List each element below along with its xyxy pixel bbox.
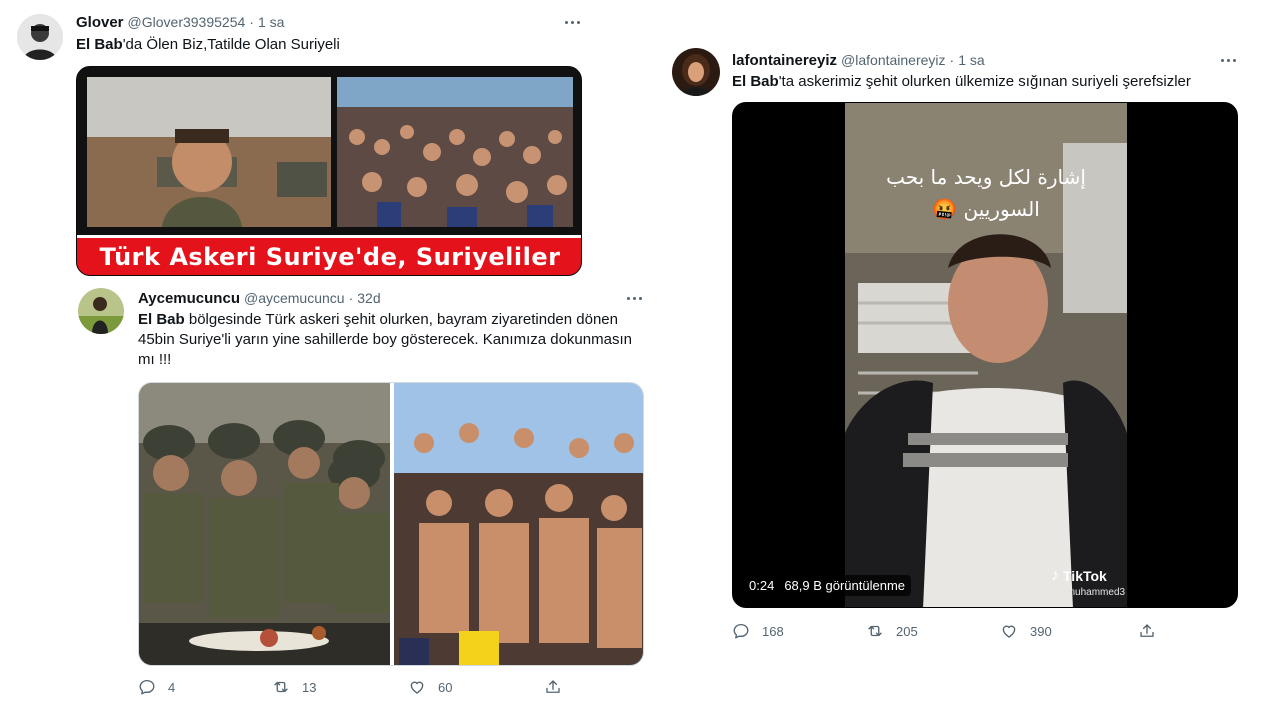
tweet-actions: 168 205 390 bbox=[732, 622, 1238, 640]
like-button[interactable]: 390 bbox=[1000, 622, 1138, 640]
reply-icon bbox=[733, 623, 749, 639]
reply-count: 4 bbox=[168, 679, 176, 695]
like-icon bbox=[1002, 625, 1016, 638]
more-icon[interactable] bbox=[624, 288, 644, 308]
video-duration: 0:24 bbox=[749, 578, 775, 593]
collage-image bbox=[139, 383, 643, 665]
video-meta-overlay: 0:24 68,9 B görüntülenme bbox=[743, 575, 912, 596]
separator-dot: · bbox=[949, 52, 955, 68]
video-caption: إشارة لكل ويحد ما بحب السوريين 🤬 bbox=[886, 165, 1086, 221]
more-icon[interactable] bbox=[1218, 50, 1238, 70]
more-icon[interactable] bbox=[562, 12, 582, 32]
separator-dot: · bbox=[348, 290, 354, 306]
tiktok-watermark: ♪ TikTok @1muhammed3 bbox=[1051, 567, 1125, 598]
avatar-image bbox=[672, 48, 720, 96]
reply-button[interactable]: 4 bbox=[138, 678, 272, 696]
retweet-button[interactable]: 205 bbox=[866, 622, 1000, 640]
author-name[interactable]: Glover bbox=[76, 14, 124, 31]
like-button[interactable]: 60 bbox=[408, 678, 544, 696]
hashtag-el-bab[interactable]: El Bab bbox=[76, 36, 123, 53]
video-views: 68,9 B görüntülenme bbox=[784, 578, 906, 593]
tweet-video[interactable]: إشارة لكل ويحد ما بحب السوريين 🤬 ♪ TikTo… bbox=[732, 102, 1238, 608]
author-handle[interactable]: @Glover39395254 bbox=[128, 14, 246, 30]
tweet-image[interactable]: Türk Askeri Suriye'de, Suriyeliler Tatil… bbox=[76, 66, 582, 276]
retweet-icon bbox=[274, 681, 288, 693]
author-name[interactable]: Aycemucuncu bbox=[138, 290, 240, 307]
avatar[interactable] bbox=[17, 14, 63, 60]
like-icon bbox=[410, 681, 424, 694]
tiktok-username: @1muhammed3 bbox=[1051, 587, 1126, 598]
tiktok-label: TikTok bbox=[1063, 568, 1107, 584]
avatar[interactable] bbox=[672, 48, 720, 96]
share-icon bbox=[546, 680, 560, 693]
tweet-text-rest: 'da Ölen Biz,Tatilde Olan Suriyeli bbox=[122, 36, 340, 53]
like-count: 60 bbox=[438, 679, 453, 695]
timestamp[interactable]: 32d bbox=[357, 290, 380, 306]
tiktok-icon: ♪ bbox=[1051, 567, 1059, 584]
timestamp[interactable]: 1 sa bbox=[958, 52, 984, 68]
share-button[interactable] bbox=[1138, 622, 1156, 640]
share-icon bbox=[1140, 624, 1154, 637]
share-button[interactable] bbox=[544, 678, 562, 696]
tweet-actions: 4 13 60 bbox=[138, 678, 644, 696]
retweet-button[interactable]: 13 bbox=[272, 678, 408, 696]
tweet-image[interactable] bbox=[138, 382, 644, 666]
avatar-image bbox=[17, 14, 63, 60]
hashtag-el-bab[interactable]: El Bab bbox=[732, 73, 779, 90]
tweet-glover: Glover @Glover39395254 · 1 sa El Bab'da … bbox=[0, 0, 620, 280]
retweet-count: 205 bbox=[896, 623, 918, 639]
avatar-image bbox=[78, 288, 124, 334]
tweet-text: El Bab'da Ölen Biz,Tatilde Olan Suriyeli bbox=[76, 35, 606, 55]
tweet-aycemucuncu: Aycemucuncu @aycemucuncu · 32d El Bab bö… bbox=[60, 280, 660, 720]
retweet-icon bbox=[868, 625, 882, 637]
timestamp[interactable]: 1 sa bbox=[258, 14, 284, 30]
tweet-text: El Bab bölgesinde Türk askeri şehit olur… bbox=[138, 310, 648, 370]
reply-icon bbox=[139, 679, 155, 695]
retweet-count: 13 bbox=[302, 679, 317, 695]
author-handle[interactable]: @aycemucuncu bbox=[244, 290, 345, 306]
tweet-lafontainereyiz: lafontainereyiz @lafontainereyiz · 1 sa … bbox=[660, 40, 1270, 660]
hashtag-el-bab[interactable]: El Bab bbox=[138, 311, 185, 328]
image-banner-text: Türk Askeri Suriye'de, Suriyeliler Tatil… bbox=[99, 243, 561, 271]
like-count: 390 bbox=[1030, 623, 1052, 639]
reply-count: 168 bbox=[762, 623, 784, 639]
tweet-text-rest: 'ta askerimiz şehit olurken ülkemize sığ… bbox=[778, 73, 1191, 90]
separator-dot: · bbox=[249, 14, 254, 30]
avatar[interactable] bbox=[78, 288, 124, 334]
author-handle[interactable]: @lafontainereyiz bbox=[841, 52, 946, 68]
tweet-text: El Bab'ta askerimiz şehit olurken ülkemi… bbox=[732, 72, 1252, 92]
reply-button[interactable]: 168 bbox=[732, 622, 866, 640]
tweet-text-rest: bölgesinde Türk askeri şehit olurken, ba… bbox=[138, 311, 632, 368]
author-name[interactable]: lafontainereyiz bbox=[732, 52, 837, 69]
